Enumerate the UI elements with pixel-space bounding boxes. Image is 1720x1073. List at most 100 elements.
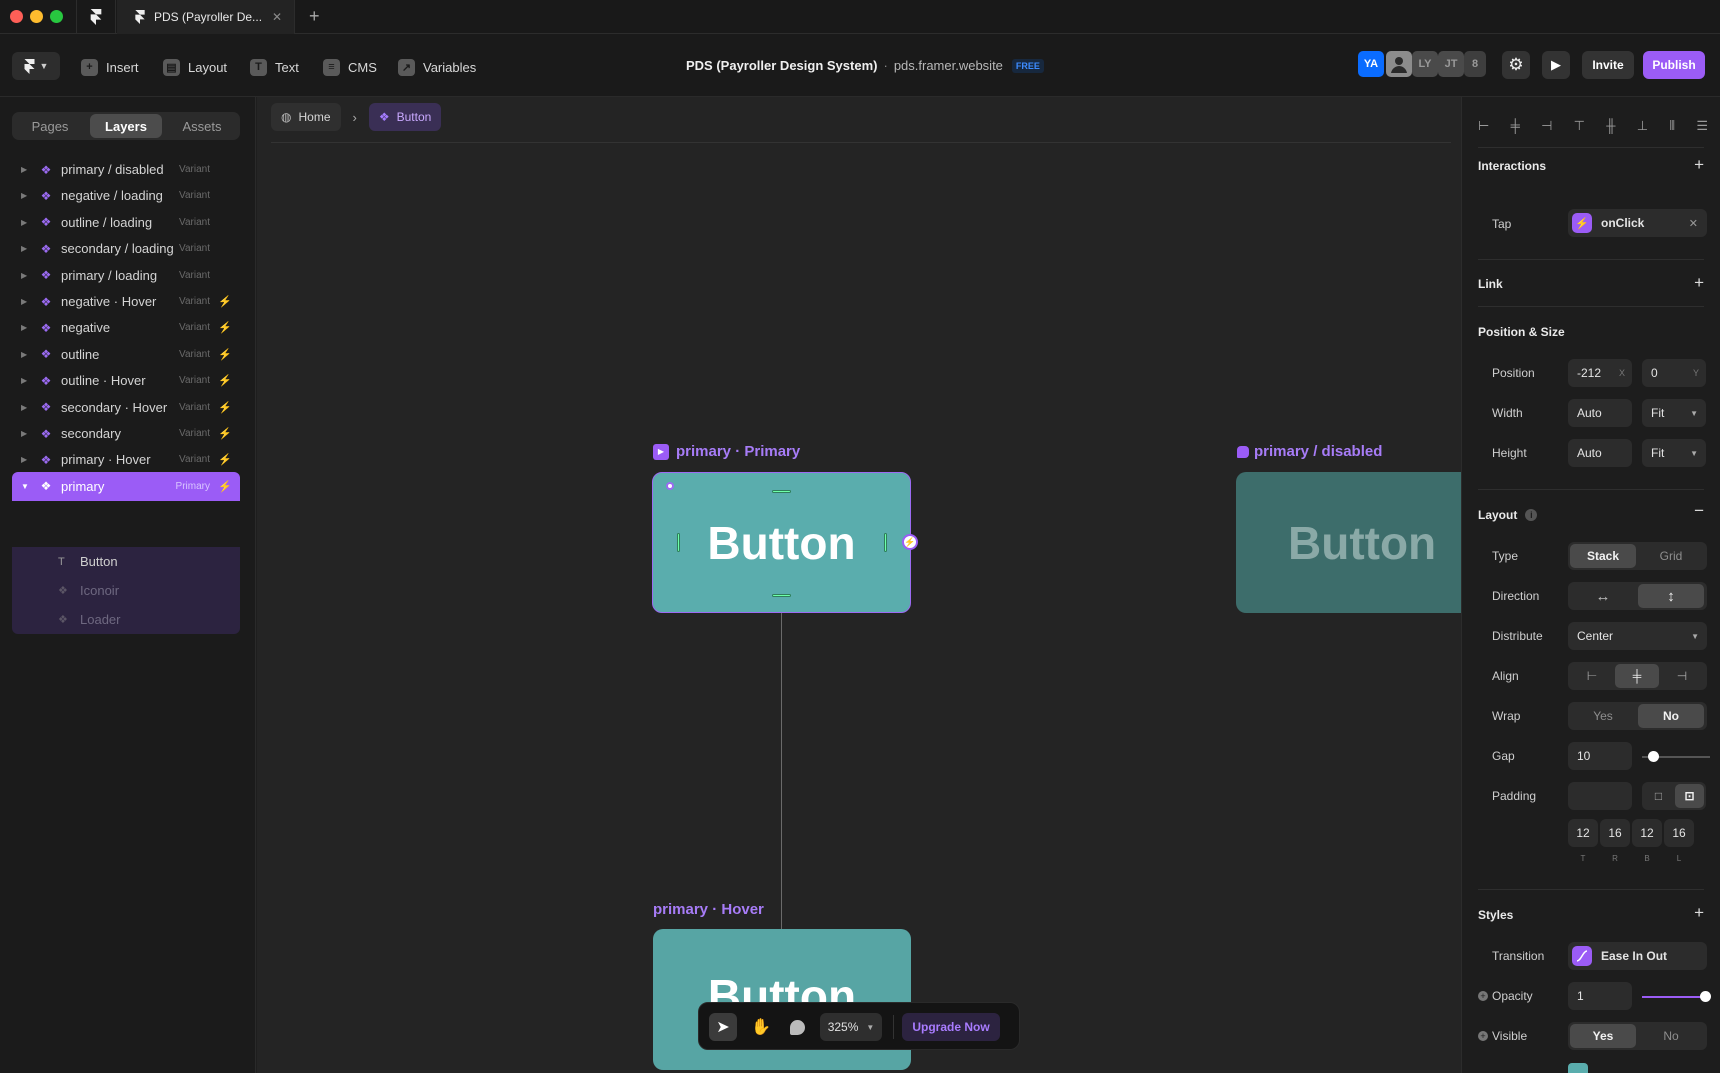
padding-individual-option[interactable]: ⊡	[1675, 784, 1704, 808]
layer-item[interactable]: ▶ ❖ secondary · Hover Variant ⚡	[12, 393, 240, 422]
gap-slider-thumb[interactable]	[1648, 751, 1659, 762]
layer-item[interactable]: ▶ ❖ primary · Hover Variant ⚡	[12, 445, 240, 474]
frame-label-hover[interactable]: primary · Hover	[653, 901, 764, 918]
add-circle-icon[interactable]: +	[1478, 1031, 1488, 1041]
chevron-right-icon[interactable]: ▶	[21, 403, 35, 412]
select-tool-button[interactable]: ➤	[709, 1013, 737, 1041]
button-frame-disabled[interactable]: Button	[1236, 472, 1461, 613]
type-grid-option[interactable]: Grid	[1638, 544, 1704, 568]
chevron-right-icon[interactable]: ▶	[21, 271, 35, 280]
align-right-icon[interactable]: ⊣	[1541, 118, 1552, 134]
tab-assets[interactable]: Assets	[166, 114, 238, 138]
tap-interaction-field[interactable]: ⚡ onClick ✕	[1568, 209, 1707, 237]
layer-item[interactable]: ▶ ❖ primary / loading Variant	[12, 261, 240, 290]
opacity-slider-track[interactable]	[1642, 996, 1706, 998]
plus-icon[interactable]: +	[309, 6, 320, 27]
cms-button[interactable]: ≡ CMS	[323, 56, 377, 78]
publish-button[interactable]: Publish	[1643, 51, 1705, 79]
height-mode-select[interactable]: Fit ▼	[1642, 439, 1706, 467]
chevron-right-icon[interactable]: ▶	[21, 376, 35, 385]
chevron-right-icon[interactable]: ▶	[21, 191, 35, 200]
chevron-right-icon[interactable]: ▶	[21, 218, 35, 227]
project-header[interactable]: PDS (Payroller Design System) · pds.fram…	[686, 58, 1044, 73]
tab-pages[interactable]: Pages	[14, 114, 86, 138]
width-input[interactable]: Auto	[1568, 399, 1632, 427]
distribute-select[interactable]: Center ▼	[1568, 622, 1707, 650]
chevron-right-icon[interactable]: ▶	[21, 244, 35, 253]
padding-value-input[interactable]: 16	[1600, 819, 1630, 847]
variables-button[interactable]: ↗ Variables	[398, 56, 476, 78]
distribute-v-icon[interactable]: ☰	[1696, 118, 1708, 134]
align-top-icon[interactable]: ⊤	[1574, 118, 1585, 134]
gap-input[interactable]: 10	[1568, 742, 1632, 770]
button-frame-primary[interactable]: Button	[652, 472, 911, 613]
wrap-yes-option[interactable]: Yes	[1570, 704, 1636, 728]
breadcrumb-button[interactable]: ❖ Button	[368, 103, 442, 131]
text-button[interactable]: T Text	[250, 56, 299, 78]
layout-button[interactable]: ▤ Layout	[163, 56, 227, 78]
add-interaction-icon[interactable]: +	[1694, 155, 1704, 175]
chevron-right-icon[interactable]: ▶	[21, 297, 35, 306]
layer-item[interactable]: ▼ ❖ primary Primary ⚡	[12, 471, 240, 501]
padding-value-input[interactable]: 16	[1664, 819, 1694, 847]
insert-button[interactable]: + Insert	[81, 56, 139, 78]
layer-item[interactable]: ▶ ❖ negative Variant ⚡	[12, 313, 240, 342]
maximize-window-button[interactable]	[50, 10, 63, 23]
settings-button[interactable]: ⚙	[1502, 51, 1530, 79]
type-stack-option[interactable]: Stack	[1570, 544, 1636, 568]
avatar-photo[interactable]	[1386, 51, 1412, 77]
minimize-window-button[interactable]	[30, 10, 43, 23]
invite-button[interactable]: Invite	[1582, 51, 1634, 79]
padding-handle-top[interactable]	[772, 490, 791, 493]
layer-item[interactable]: ▶ ❖ negative / loading Variant	[12, 181, 240, 210]
align-middle-v-icon[interactable]: ╫	[1606, 118, 1615, 134]
chevron-right-icon[interactable]: ▶	[21, 165, 35, 174]
close-tab-icon[interactable]: ✕	[272, 10, 282, 24]
padding-handle-left[interactable]	[677, 533, 680, 552]
chevron-right-icon[interactable]: ▶	[21, 429, 35, 438]
layer-item[interactable]: ▶ ❖ outline / loading Variant	[12, 208, 240, 237]
chevron-right-icon[interactable]: ▶	[21, 455, 35, 464]
add-link-icon[interactable]: +	[1694, 273, 1704, 293]
padding-value-input[interactable]: 12	[1632, 819, 1662, 847]
width-mode-select[interactable]: Fit ▼	[1642, 399, 1706, 427]
preview-button[interactable]: ▶	[1542, 51, 1570, 79]
align-left-icon[interactable]: ⊢	[1478, 118, 1489, 134]
tab-layers[interactable]: Layers	[90, 114, 162, 138]
frame-label-disabled[interactable]: primary / disabled	[1237, 443, 1382, 460]
hand-tool-button[interactable]: ✋	[747, 1013, 775, 1041]
layer-item[interactable]: ▶ ❖ secondary Variant ⚡	[12, 419, 240, 448]
layer-item[interactable]: ▶ ❖ negative · Hover Variant ⚡	[12, 287, 240, 316]
chevron-down-icon[interactable]: ▼	[21, 482, 35, 491]
direction-vertical-option[interactable]: ↕	[1638, 584, 1704, 608]
padding-value-input[interactable]: 12	[1568, 819, 1598, 847]
remove-interaction-icon[interactable]: ✕	[1689, 217, 1698, 230]
avatar[interactable]: LY	[1412, 51, 1438, 77]
transition-field[interactable]: Ease In Out	[1568, 942, 1707, 970]
align-bottom-icon[interactable]: ⊥	[1637, 118, 1648, 134]
align-end-option[interactable]: ⊣	[1660, 664, 1704, 688]
list-item-child-loader[interactable]: ❖ Loader	[12, 605, 240, 634]
direction-horizontal-option[interactable]: ↔	[1570, 584, 1636, 608]
avatar[interactable]: YA	[1358, 51, 1384, 77]
resize-handle[interactable]	[666, 482, 674, 490]
home-tab[interactable]	[76, 0, 116, 34]
collapse-layout-icon[interactable]: −	[1694, 501, 1704, 521]
distribute-h-icon[interactable]: ⦀	[1669, 118, 1675, 134]
layer-item[interactable]: ▶ ❖ outline Variant ⚡	[12, 340, 240, 369]
upgrade-button[interactable]: Upgrade Now	[902, 1013, 1000, 1041]
align-start-option[interactable]: ⊢	[1570, 664, 1614, 688]
more-collaborators-count[interactable]: 8	[1464, 51, 1486, 77]
visible-yes-option[interactable]: Yes	[1570, 1024, 1636, 1048]
frame-label-primary[interactable]: ▶ primary · Primary	[653, 443, 800, 460]
align-center-h-icon[interactable]: ╪	[1511, 118, 1520, 134]
canvas[interactable]: ◍ Home › ❖ Button ▶ primary · Primary Bu…	[257, 97, 1461, 1073]
position-y-input[interactable]: 0Y	[1642, 359, 1706, 387]
layer-item[interactable]: ▶ ❖ outline · Hover Variant ⚡	[12, 366, 240, 395]
close-window-button[interactable]	[10, 10, 23, 23]
interaction-connector-icon[interactable]: ⚡	[902, 534, 918, 550]
project-tab[interactable]: PDS (Payroller De... ✕	[117, 0, 295, 34]
add-circle-icon[interactable]: +	[1478, 991, 1488, 1001]
height-input[interactable]: Auto	[1568, 439, 1632, 467]
add-style-icon[interactable]: +	[1694, 903, 1704, 923]
